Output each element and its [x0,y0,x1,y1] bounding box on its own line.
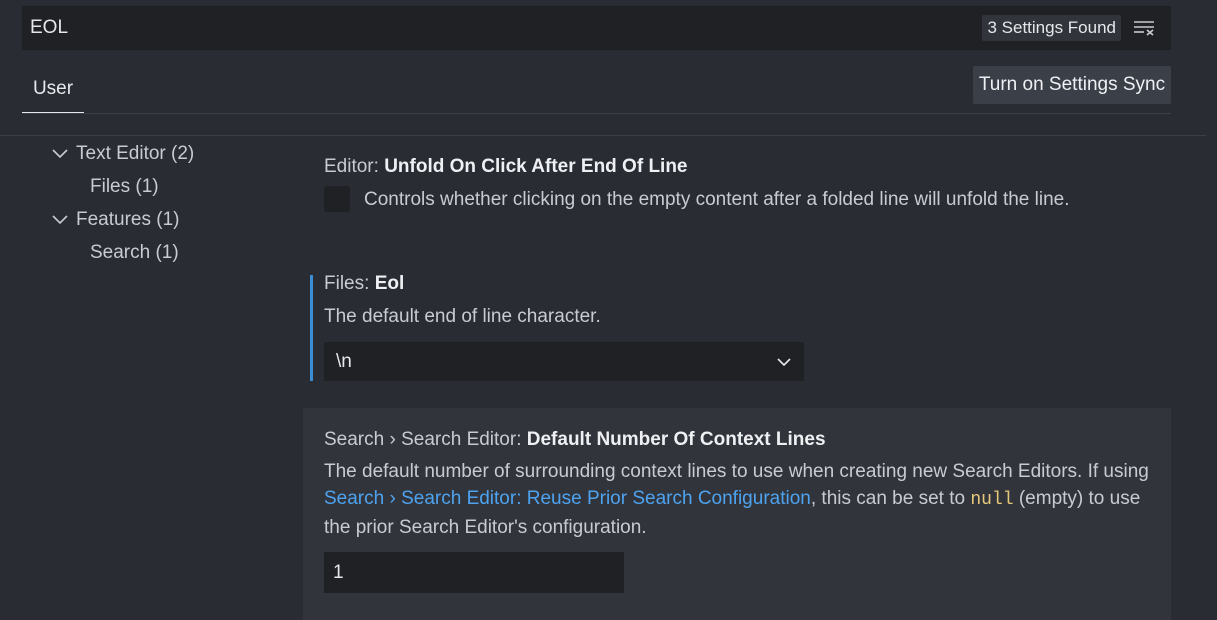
setting-title-unfold: Editor: Unfold On Click After End Of Lin… [324,156,688,178]
toc-item-label: Text Editor (2) [76,143,195,164]
settings-search-input[interactable] [22,6,983,50]
chevron-down-icon [50,144,70,164]
unfold-on-click-checkbox[interactable] [324,186,350,212]
tab-user[interactable]: User [22,66,84,114]
toc-item-text-editor[interactable]: Text Editor (2) [50,140,194,168]
code-literal: null [970,490,1014,510]
clear-filter-icon[interactable] [1131,15,1157,41]
toc-item-label: Search (1) [90,242,179,263]
setting-title-eol: Files: Eol [324,273,404,295]
toc-item-label: Files (1) [90,176,159,197]
toc-item-search[interactable]: Search (1) [90,239,179,267]
turn-on-settings-sync-button[interactable]: Turn on Settings Sync [973,66,1171,104]
reuse-prior-search-config-link[interactable]: Search › Search Editor: Reuse Prior Sear… [324,488,811,509]
settings-search-bar: 3 Settings Found [22,6,1171,50]
setting-name: Unfold On Click After End Of Line [384,156,688,177]
results-count-badge: 3 Settings Found [982,15,1121,41]
toc-item-files[interactable]: Files (1) [90,173,159,201]
context-lines-input[interactable] [324,552,624,593]
description-text: The default number of surrounding contex… [324,461,1149,482]
setting-title-context-lines: Search › Search Editor: Default Number O… [324,429,826,451]
tabs-divider [22,113,1171,114]
eol-select[interactable]: \n [324,342,804,381]
setting-category: Files: [324,273,375,294]
chevron-down-icon [50,210,70,230]
chevron-down-icon [776,351,792,373]
modified-indicator [310,275,313,381]
setting-category: Search › Search Editor: [324,429,527,450]
setting-name: Default Number Of Context Lines [526,429,826,450]
setting-description-context-lines: The default number of surrounding contex… [324,458,1154,541]
toc-item-label: Features (1) [76,209,180,230]
setting-name: Eol [374,273,405,294]
setting-description-unfold: Controls whether clicking on the empty c… [364,189,1070,210]
setting-category: Editor: [324,156,385,177]
eol-select-value: \n [336,350,352,372]
description-text: , this can be set to [810,488,971,509]
toc-item-features[interactable]: Features (1) [50,206,179,234]
header-divider [0,135,1206,136]
setting-description-eol: The default end of line character. [324,306,601,327]
